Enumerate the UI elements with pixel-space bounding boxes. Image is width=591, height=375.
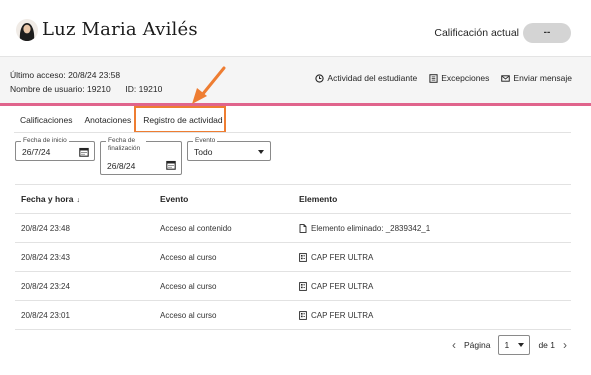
table-row: 20/8/24 23:01 Acceso al curso CAP FER UL… [15, 301, 571, 330]
send-message-button[interactable]: Enviar mensaje [501, 73, 572, 83]
tab-highlight-box [134, 106, 226, 133]
event-select[interactable]: Evento Todo [187, 137, 271, 161]
start-date-label: Fecha de inicio [21, 137, 69, 145]
end-date-field[interactable]: Fecha de finalización 26/8/24 [100, 137, 182, 175]
next-page-icon[interactable]: › [563, 339, 567, 351]
page-label: Página [463, 340, 491, 350]
row-event: Acceso al curso [160, 281, 217, 291]
column-date[interactable]: Fecha y hora ↓ [15, 194, 154, 204]
student-header: Luz Maria Avilés Calificación actual -- [0, 0, 591, 56]
calendar-icon[interactable] [166, 160, 176, 170]
row-event: Acceso al curso [160, 310, 217, 320]
end-date-label: Fecha de finalización [106, 137, 146, 153]
event-value: Todo [194, 147, 213, 157]
sort-down-icon[interactable]: ↓ [76, 197, 80, 204]
course-icon [299, 252, 307, 262]
page-select[interactable]: 1 [498, 335, 531, 355]
tab-notes[interactable]: Anotaciones [78, 110, 137, 130]
document-icon [299, 223, 307, 233]
table-row: 20/8/24 23:48 Acceso al contenido Elemen… [15, 214, 571, 243]
user-ids: Nombre de usuario: 19210 ID: 19210 [10, 84, 162, 94]
row-date: 20/8/24 23:01 [21, 310, 70, 320]
row-element[interactable]: CAP FER ULTRA [293, 282, 571, 291]
start-date-value: 26/7/24 [22, 147, 51, 157]
row-event: Acceso al curso [160, 252, 217, 262]
current-grade-label: Calificación actual [434, 27, 519, 39]
list-icon [429, 73, 438, 83]
table-header: Fecha y hora ↓ Evento Elemento [15, 184, 571, 214]
student-info-bar: Último acceso: 20/8/24 23:58 Nombre de u… [0, 56, 591, 103]
column-date-label: Fecha y hora [21, 194, 74, 204]
avatar [16, 19, 38, 41]
last-access-label: Último acceso: [10, 70, 66, 80]
page-select-value: 1 [504, 340, 510, 350]
column-element: Elemento [293, 194, 571, 204]
page-total: de 1 [538, 340, 555, 350]
course-icon [299, 310, 307, 320]
row-element[interactable]: CAP FER ULTRA [293, 311, 571, 320]
row-date: 20/8/24 23:43 [21, 252, 70, 262]
username-label: Nombre de usuario: [10, 84, 85, 94]
id-label: ID: [125, 84, 137, 94]
student-name: Luz Maria Avilés [42, 19, 198, 40]
course-icon [299, 281, 307, 291]
end-date-value: 26/8/24 [107, 161, 136, 171]
last-access: Último acceso: 20/8/24 23:58 [10, 70, 120, 80]
tab-grades[interactable]: Calificaciones [14, 110, 78, 130]
id-value: 19210 [138, 84, 163, 94]
chevron-down-icon [258, 150, 264, 154]
calendar-icon[interactable] [79, 147, 89, 157]
exceptions-label: Excepciones [441, 73, 490, 83]
send-message-label: Enviar mensaje [513, 73, 572, 83]
table-row: 20/8/24 23:43 Acceso al curso CAP FER UL… [15, 243, 571, 272]
row-element-label: Elemento eliminado: _2839342_1 [311, 223, 431, 233]
exceptions-button[interactable]: Excepciones [429, 73, 489, 83]
previous-page-icon[interactable]: ‹ [452, 339, 456, 351]
column-event: Evento [160, 194, 189, 204]
tabs-divider [14, 132, 571, 133]
last-access-value: 20/8/24 23:58 [68, 70, 121, 80]
username-value: 19210 [87, 84, 111, 94]
pagination: ‹ Página 1 de 1 › [452, 335, 567, 355]
row-date: 20/8/24 23:24 [21, 281, 70, 291]
envelope-icon [501, 74, 511, 82]
row-element-label: CAP FER ULTRA [311, 281, 374, 291]
student-activity-label: Actividad del estudiante [327, 73, 418, 83]
table-row: 20/8/24 23:24 Acceso al curso CAP FER UL… [15, 272, 571, 301]
student-activity-button[interactable]: Actividad del estudiante [315, 73, 417, 83]
row-element[interactable]: Elemento eliminado: _2839342_1 [293, 224, 571, 233]
row-element-label: CAP FER ULTRA [311, 310, 374, 320]
chevron-down-icon [518, 343, 525, 347]
row-date: 20/8/24 23:48 [21, 223, 70, 233]
start-date-field[interactable]: Fecha de inicio 26/7/24 [15, 137, 95, 161]
event-label: Evento [193, 137, 218, 145]
row-element[interactable]: CAP FER ULTRA [293, 253, 571, 262]
activity-table: Fecha y hora ↓ Evento Elemento 20/8/24 23… [15, 184, 571, 330]
clock-icon [315, 73, 325, 83]
student-actions: Actividad del estudiante Excepciones Env… [315, 73, 572, 83]
accent-divider [0, 103, 591, 106]
row-event: Acceso al contenido [160, 223, 232, 233]
current-grade-value[interactable]: -- [523, 23, 571, 43]
column-element-label: Elemento [299, 194, 338, 204]
row-element-label: CAP FER ULTRA [311, 252, 374, 262]
